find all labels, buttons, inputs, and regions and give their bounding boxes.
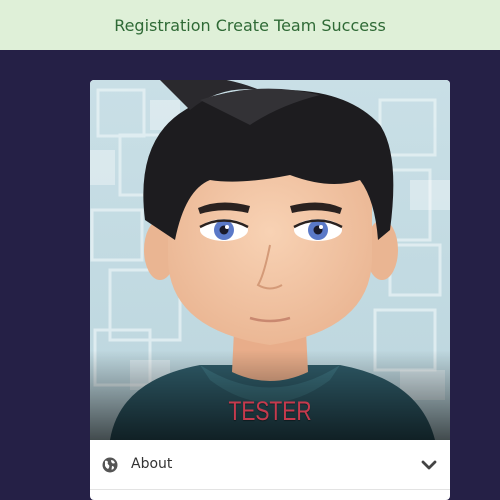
success-alert: Registration Create Team Success <box>0 0 500 50</box>
avatar: TESTER <box>90 80 450 440</box>
profile-card: TESTER About <box>90 80 450 500</box>
alert-message: Registration Create Team Success <box>114 15 386 35</box>
about-section-toggle[interactable]: About <box>90 440 450 490</box>
about-label: About <box>131 456 173 472</box>
player-name: TESTER <box>228 396 312 426</box>
chevron-down-icon[interactable] <box>421 459 437 471</box>
globe-icon <box>102 457 118 473</box>
